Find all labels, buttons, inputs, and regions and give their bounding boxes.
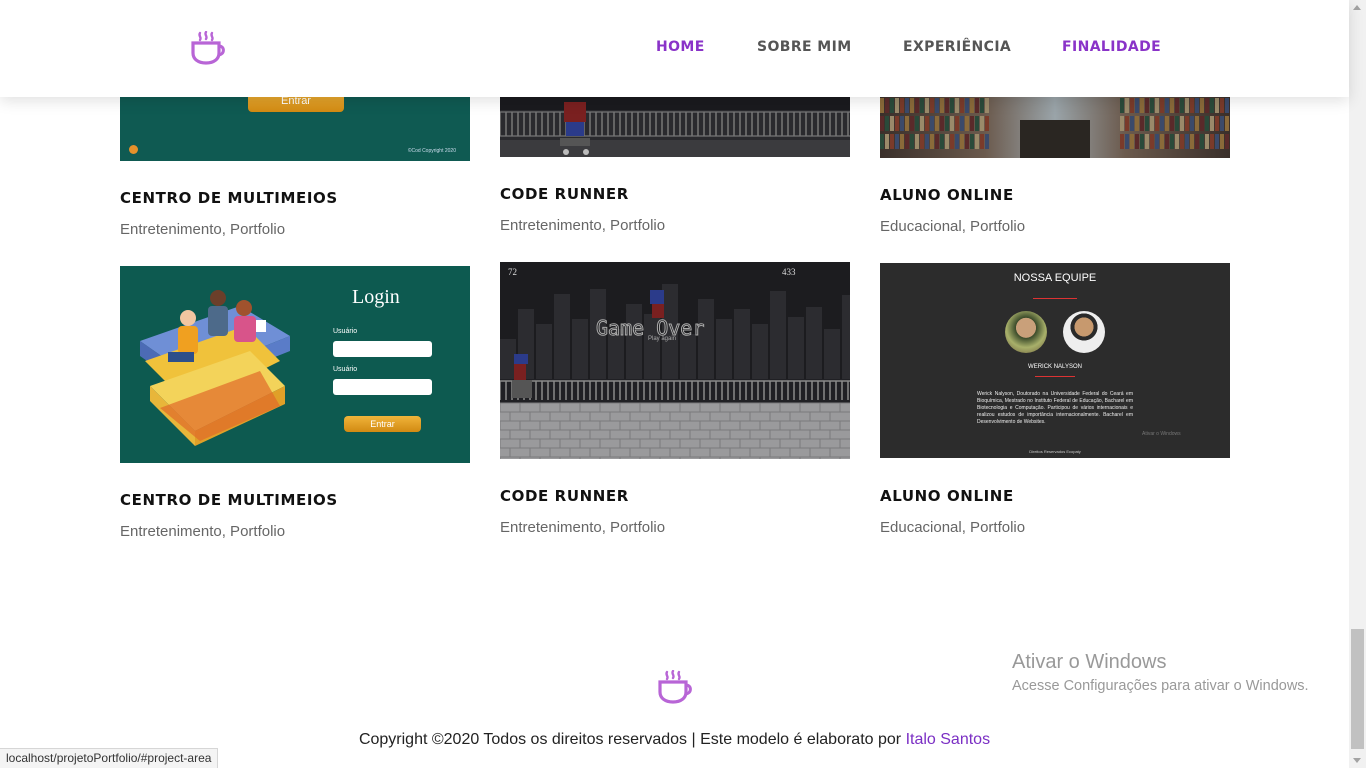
password-field-graphic bbox=[333, 379, 432, 395]
nav-sobre-mim[interactable]: SOBRE MIM bbox=[757, 39, 852, 55]
orange-dot bbox=[129, 145, 138, 154]
member-bio: Werick Nalyson, Doutorado na Universidad… bbox=[977, 391, 1133, 425]
nav-home[interactable]: HOME bbox=[656, 39, 705, 55]
project-title[interactable]: ALUNO ONLINE bbox=[880, 186, 1014, 204]
project-tags: Entretenimento, Portfolio bbox=[120, 221, 286, 238]
author-link[interactable]: Italo Santos bbox=[906, 731, 991, 748]
score-right: 433 bbox=[782, 267, 796, 277]
enter-button-graphic: Entrar bbox=[344, 416, 421, 432]
books-illustration-graphic bbox=[140, 290, 290, 446]
status-url: localhost/projetoPortfolio/#project-area bbox=[0, 748, 219, 768]
copyright-label: Copyright ©2020 Todos os direitos reserv… bbox=[358, 731, 906, 748]
project-thumbnail[interactable]: Login Usuário Usuário Entrar bbox=[120, 266, 470, 463]
copyright-text: Copyright ©2020 Todos os direitos reserv… bbox=[0, 731, 1349, 749]
team-heading: NOSSA EQUIPE bbox=[1013, 272, 1097, 284]
project-title[interactable]: ALUNO ONLINE bbox=[880, 487, 1014, 505]
member-name: WERICK NALYSON bbox=[1028, 364, 1082, 370]
play-again-text: Play again bbox=[648, 336, 677, 342]
project-card[interactable]: NOSSA EQUIPE WERICK NALYSON Werick Nalys… bbox=[880, 263, 1230, 553]
score-left: 72 bbox=[508, 267, 517, 277]
scroll-down-arrow-icon[interactable] bbox=[1353, 758, 1361, 763]
vertical-scrollbar[interactable] bbox=[1349, 0, 1366, 768]
project-card[interactable]: 72 433 Game Over Play again CODE RUNNER … bbox=[500, 262, 850, 552]
password-label: Usuário bbox=[333, 366, 358, 373]
project-thumbnail[interactable]: NOSSA EQUIPE WERICK NALYSON Werick Nalys… bbox=[880, 263, 1230, 458]
coffee-cup-icon[interactable] bbox=[190, 31, 226, 65]
watermark-subtitle: Acesse Configurações para ativar o Windo… bbox=[1012, 678, 1309, 694]
red-divider bbox=[1033, 298, 1077, 299]
watermark-title: Ativar o Windows bbox=[1012, 651, 1167, 673]
thumb-footer-text: Direitos Reservados Ecopaty bbox=[1029, 449, 1081, 454]
project-title[interactable]: CODE RUNNER bbox=[500, 487, 629, 505]
project-tags: Entretenimento, Portfolio bbox=[120, 523, 286, 540]
project-tags: Entretenimento, Portfolio bbox=[500, 519, 666, 536]
project-title[interactable]: CENTRO DE MULTIMEIOS bbox=[120, 491, 338, 509]
red-divider bbox=[1035, 376, 1075, 377]
thumb-watermark: Ativar o Windows bbox=[1142, 431, 1181, 437]
coffee-cup-icon[interactable] bbox=[657, 670, 693, 704]
project-title[interactable]: CENTRO DE MULTIMEIOS bbox=[120, 189, 338, 207]
project-card[interactable]: Login Usuário Usuário Entrar CENTRO DE M… bbox=[120, 266, 470, 556]
site-header: HOME SOBRE MIM EXPERIÊNCIA FINALIDADE bbox=[0, 0, 1349, 97]
project-thumbnail[interactable]: 72 433 Game Over Play again bbox=[500, 262, 850, 459]
username-field-graphic bbox=[333, 341, 432, 357]
windows-activation-watermark: Ativar o Windows Acesse Configurações pa… bbox=[1012, 651, 1309, 697]
member-avatar bbox=[1005, 311, 1047, 353]
project-tags: Educacional, Portfolio bbox=[880, 519, 1026, 536]
game-over-scene-graphic bbox=[500, 262, 850, 459]
thumb-footer-text: ©Cod Copyright 2020 bbox=[407, 148, 456, 154]
scroll-up-arrow-icon[interactable] bbox=[1353, 5, 1361, 10]
nav-finalidade[interactable]: FINALIDADE bbox=[1062, 39, 1161, 55]
scroll-thumb[interactable] bbox=[1351, 629, 1364, 749]
member-avatar bbox=[1063, 311, 1105, 353]
username-label: Usuário bbox=[333, 328, 358, 335]
project-tags: Entretenimento, Portfolio bbox=[500, 217, 666, 234]
nav-experiencia[interactable]: EXPERIÊNCIA bbox=[903, 39, 1011, 55]
login-heading: Login bbox=[352, 286, 400, 308]
project-tags: Educacional, Portfolio bbox=[880, 218, 1026, 235]
project-title[interactable]: CODE RUNNER bbox=[500, 185, 629, 203]
